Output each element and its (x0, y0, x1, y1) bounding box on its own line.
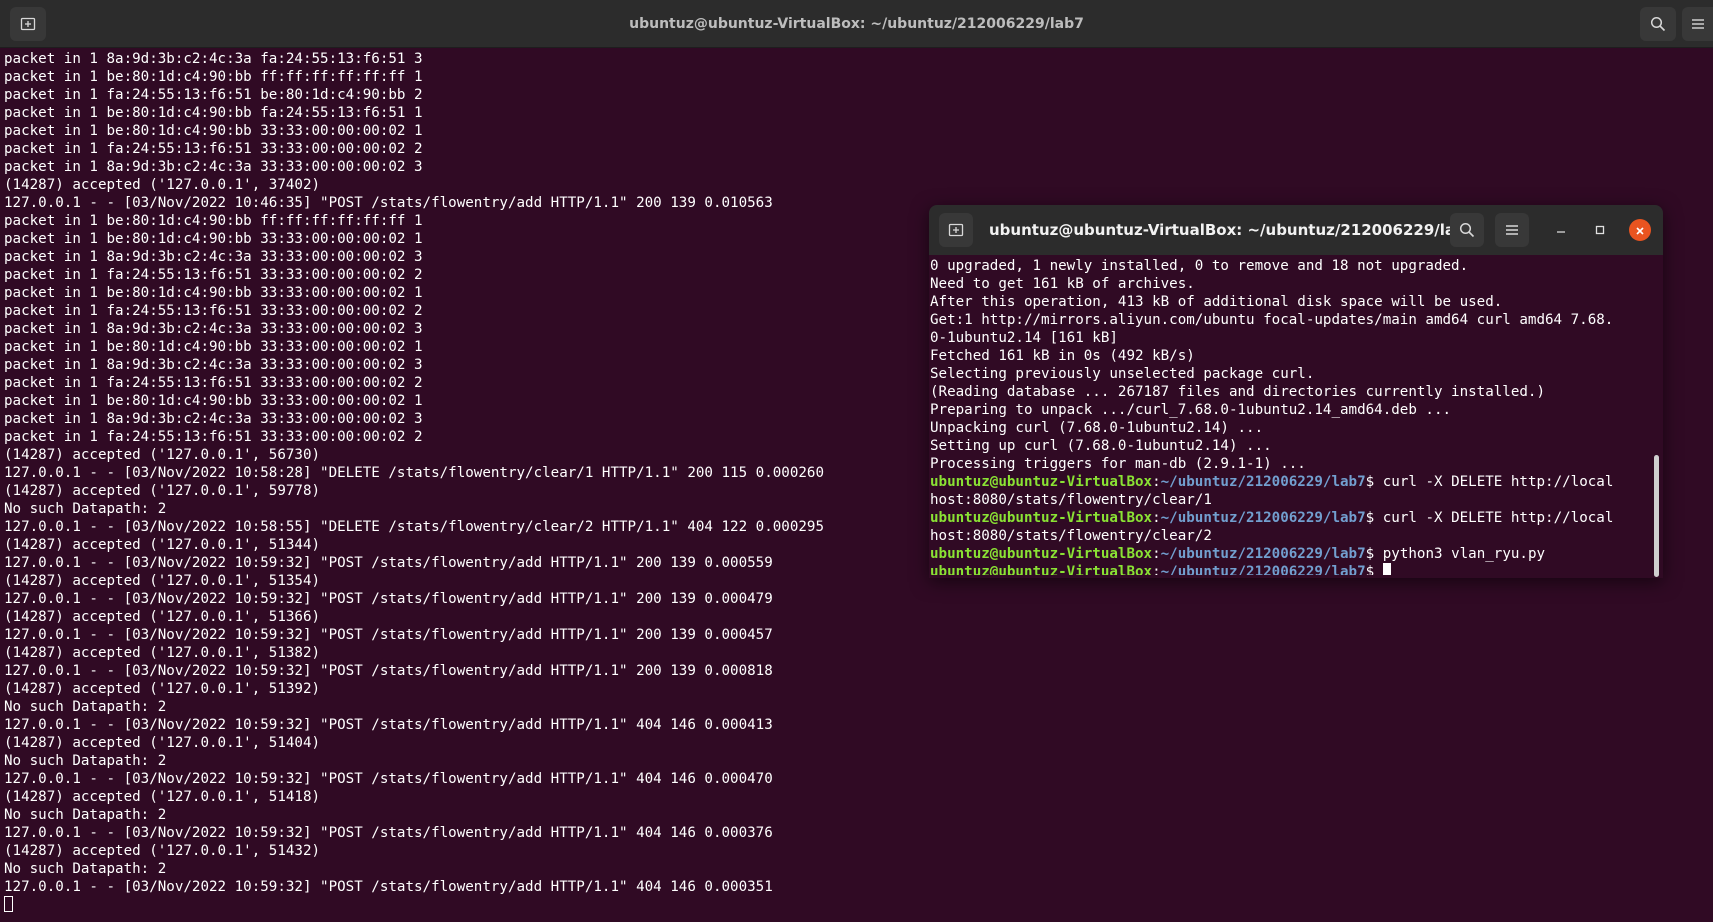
prompt-line: ubuntuz@ubuntuz-VirtualBox:~/ubuntuz/212… (930, 563, 1652, 575)
prompt-separator: : (1152, 564, 1161, 575)
terminal-line: 127.0.0.1 - - [03/Nov/2022 10:59:32] "PO… (4, 591, 773, 607)
terminal-cursor (1382, 563, 1391, 575)
terminal-cursor (4, 896, 13, 912)
terminal-line: No such Datapath: 2 (4, 861, 167, 877)
terminal-line: packet in 1 fa:24:55:13:f6:51 33:33:00:0… (4, 141, 423, 157)
terminal-line: 0 upgraded, 1 newly installed, 0 to remo… (930, 258, 1469, 274)
prompt-separator: : (1152, 510, 1161, 526)
second-search-button[interactable] (1450, 213, 1484, 247)
prompt-path: ~/ubuntuz/212006229/lab7 (1160, 564, 1366, 575)
terminal-line: Preparing to unpack .../curl_7.68.0-1ubu… (930, 402, 1452, 418)
terminal-line: Get:1 http://mirrors.aliyun.com/ubuntu f… (930, 312, 1614, 328)
prompt-dollar: $ (1365, 474, 1383, 490)
terminal-line: packet in 1 8a:9d:3b:c2:4c:3a fa:24:55:1… (4, 51, 423, 67)
terminal-line: 127.0.0.1 - - [03/Nov/2022 10:59:32] "PO… (4, 771, 773, 787)
search-icon (1650, 16, 1666, 32)
menu-button[interactable] (1682, 7, 1713, 41)
terminal-line: Need to get 161 kB of archives. (930, 276, 1195, 292)
prompt-user: ubuntuz@ubuntuz-VirtualBox (930, 546, 1153, 562)
second-menu-button[interactable] (1495, 213, 1529, 247)
hamburger-menu-icon (1691, 17, 1705, 31)
second-terminal-output[interactable]: 0 upgraded, 1 newly installed, 0 to remo… (930, 257, 1652, 575)
search-button[interactable] (1640, 7, 1676, 41)
terminal-line: (14287) accepted ('127.0.0.1', 37402) (4, 177, 321, 193)
terminal-line: packet in 1 8a:9d:3b:c2:4c:3a 33:33:00:0… (4, 159, 423, 175)
prompt-path: ~/ubuntuz/212006229/lab7 (1160, 510, 1366, 526)
command-wrap-line: host:8080/stats/flowentry/clear/1 (930, 492, 1212, 508)
terminal-line: After this operation, 413 kB of addition… (930, 294, 1503, 310)
command-text: curl -X DELETE http://local (1382, 474, 1614, 490)
second-window-title: ubuntuz@ubuntuz-VirtualBox: ~/ubuntuz/21… (989, 221, 1477, 239)
second-window-titlebar[interactable]: ubuntuz@ubuntuz-VirtualBox: ~/ubuntuz/21… (929, 205, 1663, 255)
prompt-path: ~/ubuntuz/212006229/lab7 (1160, 546, 1366, 562)
main-window-titlebar: ubuntuz@ubuntuz-VirtualBox: ~/ubuntuz/21… (0, 0, 1713, 48)
maximize-button[interactable] (1588, 218, 1612, 242)
minimize-button[interactable] (1549, 218, 1573, 242)
prompt-separator: : (1152, 474, 1161, 490)
terminal-scrollbar[interactable] (1654, 455, 1659, 577)
terminal-line: (14287) accepted ('127.0.0.1', 51404) (4, 735, 321, 751)
terminal-line: Selecting previously unselected package … (930, 366, 1315, 382)
command-wrap-line: host:8080/stats/flowentry/clear/2 (930, 528, 1212, 544)
command-text: curl -X DELETE http://local (1382, 510, 1614, 526)
prompt-dollar: $ (1365, 510, 1383, 526)
terminal-line: 127.0.0.1 - - [03/Nov/2022 10:59:32] "PO… (4, 663, 773, 679)
search-icon (1459, 222, 1475, 238)
terminal-line: packet in 1 be:80:1d:c4:90:bb fa:24:55:1… (4, 105, 423, 121)
prompt-path: ~/ubuntuz/212006229/lab7 (1160, 474, 1366, 490)
terminal-line: (14287) accepted ('127.0.0.1', 51432) (4, 843, 321, 859)
close-button[interactable] (1629, 219, 1651, 241)
prompt-separator: : (1152, 546, 1161, 562)
second-new-tab-button[interactable] (939, 213, 973, 247)
hamburger-menu-icon (1505, 223, 1519, 237)
terminal-line: 127.0.0.1 - - [03/Nov/2022 10:59:32] "PO… (4, 717, 773, 733)
prompt-user: ubuntuz@ubuntuz-VirtualBox (930, 510, 1153, 526)
prompt-user: ubuntuz@ubuntuz-VirtualBox (930, 564, 1153, 575)
terminal-line: Setting up curl (7.68.0-1ubuntu2.14) ... (930, 438, 1272, 454)
new-tab-icon (948, 222, 964, 238)
terminal-line: (14287) accepted ('127.0.0.1', 51366) (4, 609, 321, 625)
terminal-line: packet in 1 fa:24:55:13:f6:51 be:80:1d:c… (4, 87, 423, 103)
maximize-icon (1594, 221, 1606, 240)
command-text: python3 vlan_ryu.py (1382, 546, 1546, 562)
terminal-line: 127.0.0.1 - - [03/Nov/2022 10:59:32] "PO… (4, 627, 773, 643)
terminal-line: Unpacking curl (7.68.0-1ubuntu2.14) ... (930, 420, 1264, 436)
terminal-line: packet in 1 be:80:1d:c4:90:bb 33:33:00:0… (4, 123, 423, 139)
minimize-icon (1555, 221, 1567, 240)
prompt-line: ubuntuz@ubuntuz-VirtualBox:~/ubuntuz/212… (930, 473, 1652, 491)
close-icon (1635, 221, 1645, 240)
prompt-line: ubuntuz@ubuntuz-VirtualBox:~/ubuntuz/212… (930, 545, 1652, 563)
terminal-line: (14287) accepted ('127.0.0.1', 51418) (4, 789, 321, 805)
terminal-line: No such Datapath: 2 (4, 699, 167, 715)
second-terminal-window[interactable]: ubuntuz@ubuntuz-VirtualBox: ~/ubuntuz/21… (929, 205, 1663, 578)
terminal-line: (14287) accepted ('127.0.0.1', 51392) (4, 681, 321, 697)
prompt-dollar: $ (1365, 564, 1383, 575)
terminal-line: Fetched 161 kB in 0s (492 kB/s) (930, 348, 1195, 364)
terminal-line: 127.0.0.1 - - [03/Nov/2022 10:59:32] "PO… (4, 879, 773, 895)
terminal-line: 0-1ubuntu2.14 [161 kB] (930, 330, 1118, 346)
terminal-line: (Reading database ... 267187 files and d… (930, 384, 1545, 400)
main-window-title: ubuntuz@ubuntuz-VirtualBox: ~/ubuntuz/21… (629, 16, 1084, 32)
terminal-line: 127.0.0.1 - - [03/Nov/2022 10:59:32] "PO… (4, 825, 773, 841)
prompt-user: ubuntuz@ubuntuz-VirtualBox (930, 474, 1153, 490)
terminal-line: (14287) accepted ('127.0.0.1', 51382) (4, 645, 321, 661)
main-terminal-cursor-line (4, 896, 1709, 914)
terminal-line: packet in 1 be:80:1d:c4:90:bb ff:ff:ff:f… (4, 69, 423, 85)
prompt-line: ubuntuz@ubuntuz-VirtualBox:~/ubuntuz/212… (930, 509, 1652, 527)
terminal-line: No such Datapath: 2 (4, 807, 167, 823)
terminal-line: Processing triggers for man-db (2.9.1-1)… (930, 456, 1306, 472)
prompt-dollar: $ (1365, 546, 1383, 562)
terminal-line: No such Datapath: 2 (4, 753, 167, 769)
